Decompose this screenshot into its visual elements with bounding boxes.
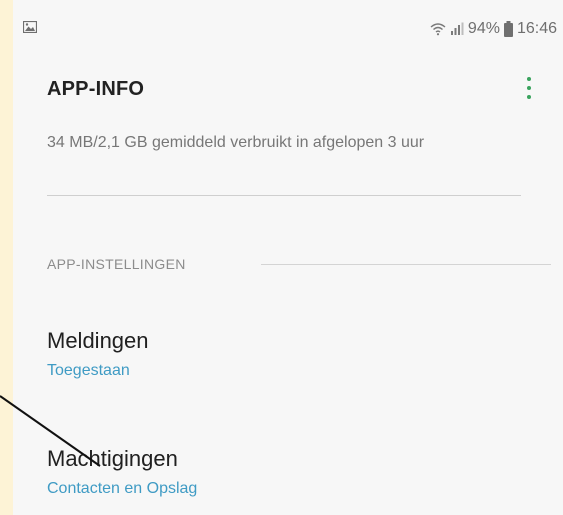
- section-divider: [261, 264, 551, 265]
- pref-title: Meldingen: [47, 328, 149, 353]
- image-icon: [22, 20, 38, 38]
- divider: [47, 195, 521, 196]
- status-indicators: 94% 16:46: [430, 18, 557, 40]
- battery-icon: [503, 21, 513, 37]
- battery-percentage: 94%: [467, 20, 500, 37]
- pref-subtitle: Contacten en Opslag: [47, 480, 198, 497]
- status-time: 16:46: [516, 20, 557, 37]
- wifi-icon: [430, 22, 446, 36]
- highlight-strip: [0, 0, 13, 515]
- section-header: APP-INSTELLINGEN: [47, 256, 186, 272]
- status-bar: 94% 16:46: [13, 0, 563, 56]
- pref-title: Machtigingen: [47, 446, 178, 471]
- signal-icon: [450, 22, 464, 36]
- overflow-menu-icon[interactable]: [521, 72, 537, 104]
- page-title: APP-INFO: [47, 78, 145, 100]
- pref-subtitle: Toegestaan: [47, 362, 130, 379]
- android-screen: 94% 16:46 APP-INFO 34 MB/2,1 GB gemiddel…: [13, 0, 563, 515]
- data-usage-summary[interactable]: 34 MB/2,1 GB gemiddeld verbruikt in afge…: [47, 132, 437, 153]
